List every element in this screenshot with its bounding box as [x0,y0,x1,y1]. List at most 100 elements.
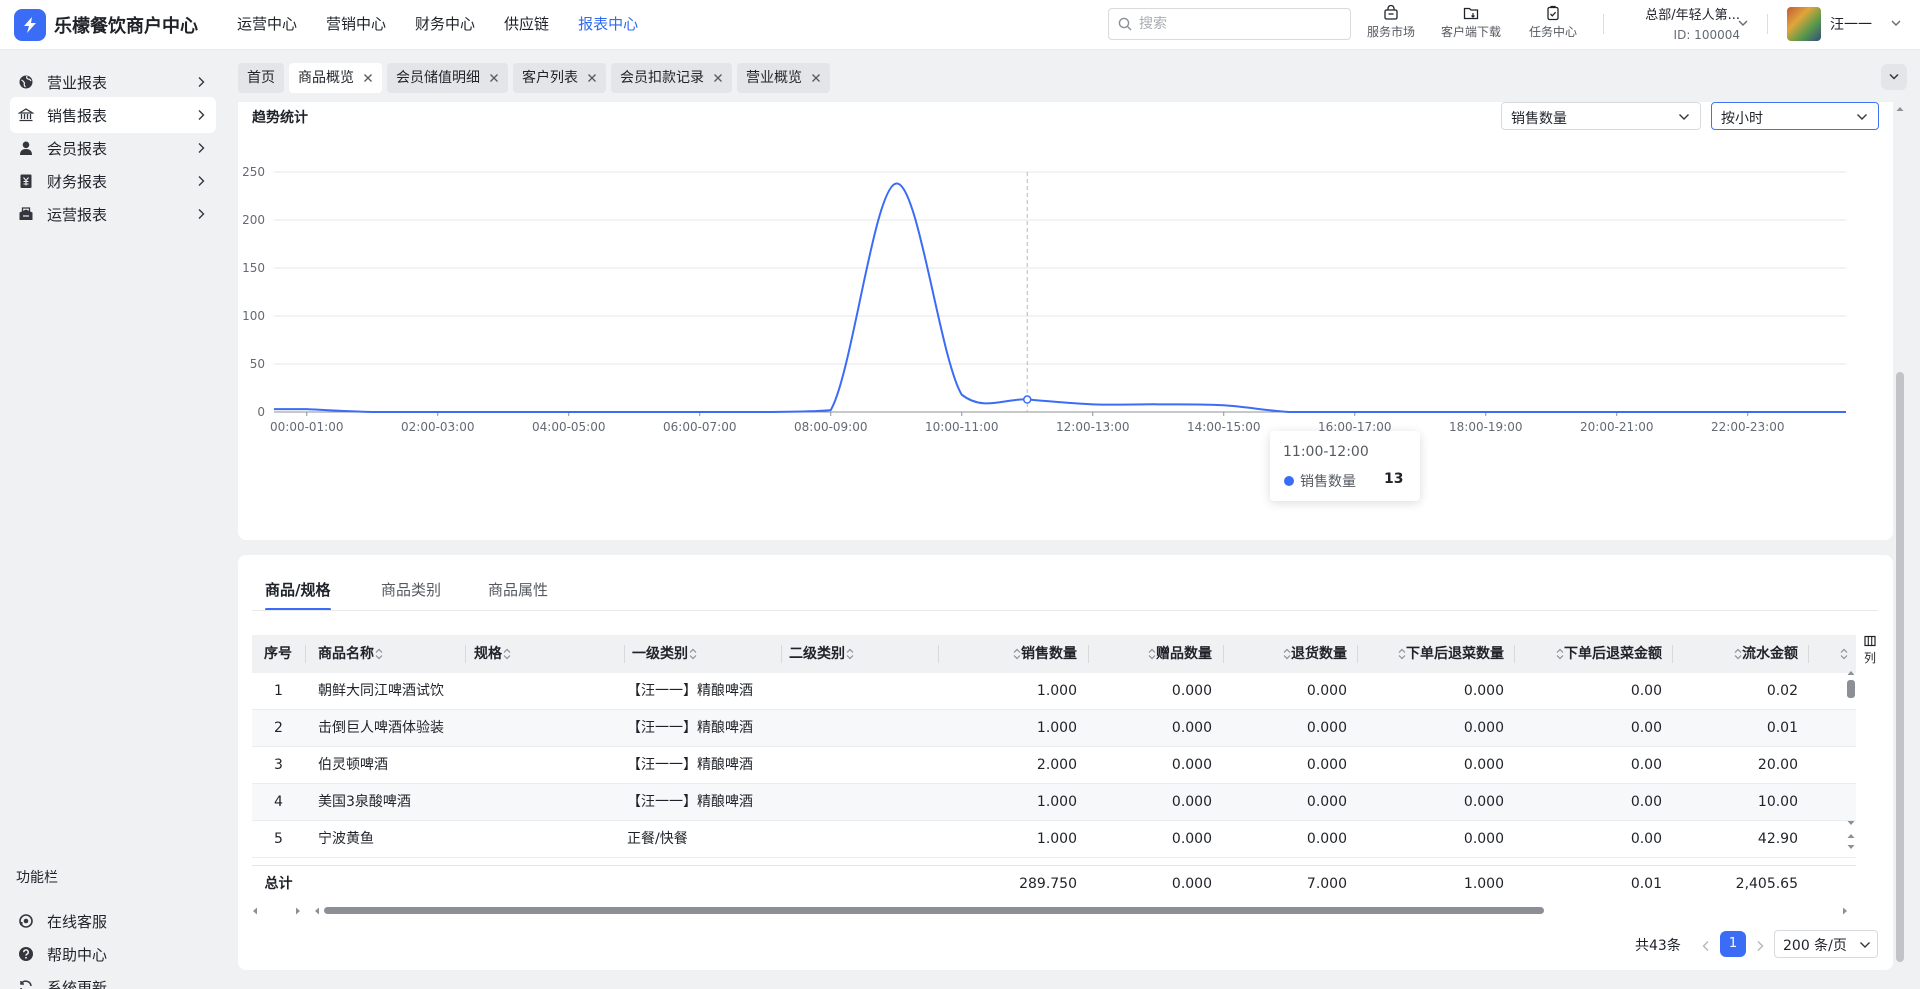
table-row[interactable]: 3 伯灵顿啤酒 【汪一一】精酿啤酒 2.000 0.000 0.000 0.00… [252,747,1856,784]
divider [938,645,939,663]
nav-finance-center[interactable]: 财务中心 [415,0,475,50]
logo-icon[interactable] [14,9,46,41]
sidebar-item-label: 帮助中心 [47,946,108,964]
sidebar-item-finance-report[interactable]: 财务报表 [10,163,216,199]
chevron-down-icon [1889,73,1899,80]
search-input[interactable] [1139,12,1339,36]
sort-icon [1013,648,1021,660]
page-size-value: 200 条/页 [1783,938,1847,954]
tab-home[interactable]: 首页 [238,63,284,93]
chevron-down-icon[interactable] [1737,17,1749,29]
nav-marketing-center[interactable]: 营销中心 [326,0,386,50]
tab-label: 会员储值明细 [396,70,480,86]
column-header-sortable[interactable]: 下单后退菜数量 [1362,635,1504,673]
scroll-right-icon[interactable] [295,907,301,915]
username[interactable]: 汪一一 [1830,14,1872,34]
x-tick-label: 22:00-23:00 [1711,420,1785,434]
cell-void-qty: 0.000 [1463,683,1504,699]
service-market-button[interactable]: 服务市场 [1355,4,1427,40]
column-header-sortable[interactable]: 商品名称 [318,635,383,673]
store-switcher[interactable]: 总部/年轻人第... ID: 100004 [1600,4,1740,42]
scroll-up-icon[interactable] [1896,106,1904,112]
scroll-up-icon[interactable] [1847,833,1855,839]
top-nav: 运营中心 营销中心 财务中心 供应链 报表中心 [237,0,667,50]
nav-report-center[interactable]: 报表中心 [578,0,638,50]
folder-download-icon [1463,7,1479,20]
sidebar-item-sales-report[interactable]: 销售报表 [10,97,216,133]
pagination-page-1[interactable]: 1 [1720,931,1746,957]
scrollbar-thumb[interactable] [324,907,1544,914]
close-icon[interactable] [363,73,373,83]
tabs-more-button[interactable] [1881,64,1907,90]
chevron-down-icon[interactable] [1890,17,1902,29]
tab-product-overview[interactable]: 商品概览 [289,63,382,93]
table-row[interactable]: 4 美国3泉酸啤酒 【汪一一】精酿啤酒 1.000 0.000 0.000 0.… [252,784,1856,821]
total-label: 总计 [264,876,293,892]
column-header-sortable[interactable]: 一级类别 [632,635,697,673]
next-page-icon[interactable] [1755,940,1765,952]
close-icon[interactable] [489,73,499,83]
tab-business-overview[interactable]: 营业概览 [737,63,830,93]
help-center-link[interactable]: 帮助中心 [10,936,216,972]
client-download-button[interactable]: 客户端下载 [1435,4,1507,40]
cell-sales-qty: 1.000 [1036,831,1077,847]
column-header-sortable[interactable]: 赠品数量 [1118,635,1212,673]
product-table-card: 商品/规格 商品类别 商品属性 序号 商品名称 规格 一级类别 二级类别 销售数… [238,555,1893,970]
scroll-up-icon[interactable] [1847,670,1855,676]
close-icon[interactable] [587,73,597,83]
sidebar-item-member-report[interactable]: 会员报表 [10,130,216,166]
scroll-down-icon[interactable] [1847,820,1855,826]
scrollbar-thumb[interactable] [1896,372,1904,962]
system-update-link[interactable]: 系统更新 [10,969,216,989]
subtab-product-spec[interactable]: 商品/规格 [265,579,330,600]
sidebar-item-business-report[interactable]: 营业报表 [10,64,216,100]
column-header-sortable[interactable]: 下单后退菜金额 [1520,635,1662,673]
scroll-left-icon[interactable] [314,907,320,915]
cell-gift-qty: 0.000 [1171,794,1212,810]
cell-sales-qty: 2.000 [1036,757,1077,773]
table-horizontal-scrollbar[interactable] [252,903,1856,917]
scroll-right-icon[interactable] [1842,907,1848,915]
page-size-select[interactable]: 200 条/页 [1774,930,1878,958]
column-header-sortable[interactable]: 二级类别 [789,635,854,673]
table-row[interactable]: 2 击倒巨人啤酒体验装 【汪一一】精酿啤酒 1.000 0.000 0.000 … [252,710,1856,747]
tab-member-deduction[interactable]: 会员扣款记录 [611,63,732,93]
tab-customer-list[interactable]: 客户列表 [513,63,606,93]
column-header-sortable[interactable]: 流水金额 [1702,635,1798,673]
subtab-product-attribute[interactable]: 商品属性 [488,579,548,600]
table-row[interactable]: 1 朝鲜大同江啤酒试饮 【汪一一】精酿啤酒 1.000 0.000 0.000 … [252,673,1856,710]
scroll-left-icon[interactable] [252,907,258,915]
tab-member-stored-value[interactable]: 会员储值明细 [387,63,508,93]
sidebar-item-operation-report[interactable]: 运营报表 [10,196,216,232]
close-icon[interactable] [811,73,821,83]
subtab-product-category[interactable]: 商品类别 [381,579,441,600]
column-header-sortable[interactable]: 退货数量 [1252,635,1347,673]
page-vertical-scrollbar[interactable] [1893,102,1907,970]
divider [252,610,1878,611]
scrollbar-thumb[interactable] [1847,680,1855,698]
close-icon[interactable] [713,73,723,83]
chevron-right-icon [198,143,205,153]
divider [624,645,625,663]
nav-ops-center[interactable]: 运营中心 [237,0,297,50]
table-vertical-scrollbar[interactable] [1847,670,1855,850]
column-setting-button[interactable]: 列 [1864,635,1884,666]
cell-gift-qty: 0.000 [1171,683,1212,699]
online-service-link[interactable]: 在线客服 [10,903,216,939]
cell-category1: 【汪一一】精酿啤酒 [627,720,753,736]
cell-index: 5 [274,831,283,847]
total-void-qty: 1.000 [1463,876,1504,892]
task-center-button[interactable]: 任务中心 [1517,4,1589,40]
sort-icon[interactable] [1840,647,1848,661]
total-void-amount: 0.01 [1630,876,1662,892]
scroll-down-icon[interactable] [1847,844,1855,850]
table-row[interactable]: 5 宁波黄鱼 正餐/快餐 1.000 0.000 0.000 0.000 0.0… [252,821,1856,858]
nav-supply-chain[interactable]: 供应链 [504,0,549,50]
search-box[interactable] [1108,8,1351,40]
divider [1514,645,1515,663]
avatar[interactable] [1787,7,1821,41]
column-header-sortable[interactable]: 销售数量 [982,635,1077,673]
trend-line-chart[interactable]: 0 50 100 150 200 250 00:00-01:00 02:00-03:00 04:… [238,102,1893,540]
column-header-sortable[interactable]: 规格 [474,635,511,673]
prev-page-icon[interactable] [1701,940,1711,952]
